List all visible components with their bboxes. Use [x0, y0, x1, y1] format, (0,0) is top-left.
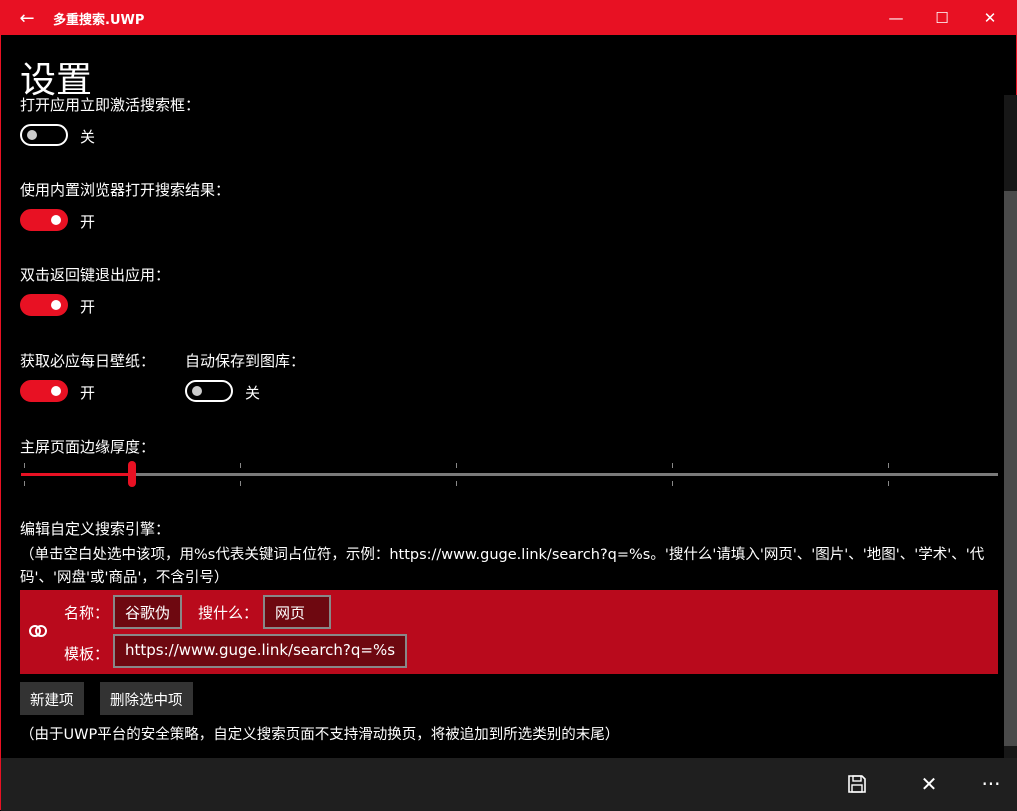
type-field[interactable]: 网页	[263, 595, 331, 629]
scrollbar-thumb[interactable]	[1004, 191, 1017, 746]
more-icon[interactable]: ···	[971, 768, 1011, 800]
slider-tick	[456, 481, 457, 486]
new-item-button[interactable]: 新建项	[20, 682, 84, 715]
command-bar: ✕ ···	[1, 758, 1017, 811]
setting-label: 自动保存到图库：	[185, 352, 306, 370]
slider-tick	[24, 463, 25, 468]
scrollbar[interactable]	[1004, 95, 1017, 758]
setting-label: 双击返回键退出应用：	[20, 266, 171, 284]
cancel-icon[interactable]: ✕	[909, 768, 949, 800]
engines-note: （由于UWP平台的安全策略，自定义搜索页面不支持滑动换页，将被追加到所选类别的末…	[20, 727, 620, 743]
template-field[interactable]: https://www.guge.link/search?q=%s	[113, 634, 408, 668]
save-icon[interactable]	[837, 768, 877, 800]
slider-thumb[interactable]	[128, 461, 137, 487]
slider-tick	[672, 481, 673, 486]
slider-tick	[24, 481, 25, 486]
border-thickness-slider[interactable]	[21, 461, 998, 487]
slider-tick	[240, 463, 241, 468]
slider-tick	[888, 481, 889, 486]
toggle-state: 开	[80, 213, 96, 231]
slider-tick	[672, 463, 673, 468]
back-button[interactable]: ←	[1, 8, 53, 29]
engines-hint: （单击空白处选中该项，用%s代表关键词占位符，示例：https://www.gu…	[20, 547, 985, 586]
name-label: 名称：	[64, 604, 110, 622]
slider-tick	[240, 481, 241, 486]
section-label: 编辑自定义搜索引擎：	[20, 520, 171, 538]
toggle-state: 开	[80, 298, 96, 316]
toggle-bing-wallpaper[interactable]	[20, 380, 68, 402]
toggle-auto-save-gallery[interactable]	[185, 380, 233, 402]
slider-tick	[456, 463, 457, 468]
engine-list-item[interactable]: 名称： 谷歌伪 搜什么： 网页 模板： https://www.guge.lin…	[20, 590, 998, 674]
setting-label: 打开应用立即激活搜索框：	[20, 96, 201, 114]
title-bar: ← 多重搜索.UWP — ☐ ✕	[1, 1, 1017, 35]
toggle-activate-search[interactable]	[20, 124, 68, 146]
type-label: 搜什么：	[198, 604, 259, 622]
setting-label: 使用内置浏览器打开搜索结果：	[20, 181, 231, 199]
setting-label: 获取必应每日壁纸：	[20, 352, 156, 370]
template-label: 模板：	[64, 645, 110, 663]
maximize-button[interactable]: ☐	[919, 1, 965, 35]
setting-label: 主屏页面边缘厚度：	[20, 438, 156, 456]
toggle-double-back-exit[interactable]	[20, 294, 68, 316]
toggle-state: 关	[80, 128, 96, 146]
slider-tick	[888, 463, 889, 468]
link-icon	[27, 620, 49, 647]
delete-selected-button[interactable]: 删除选中项	[100, 682, 193, 715]
toggle-state: 开	[80, 384, 96, 402]
minimize-button[interactable]: —	[873, 1, 919, 35]
toggle-builtin-browser[interactable]	[20, 209, 68, 231]
close-button[interactable]: ✕	[967, 1, 1013, 35]
toggle-state: 关	[245, 384, 261, 402]
app-title: 多重搜索.UWP	[53, 12, 145, 28]
name-field[interactable]: 谷歌伪	[113, 595, 183, 629]
